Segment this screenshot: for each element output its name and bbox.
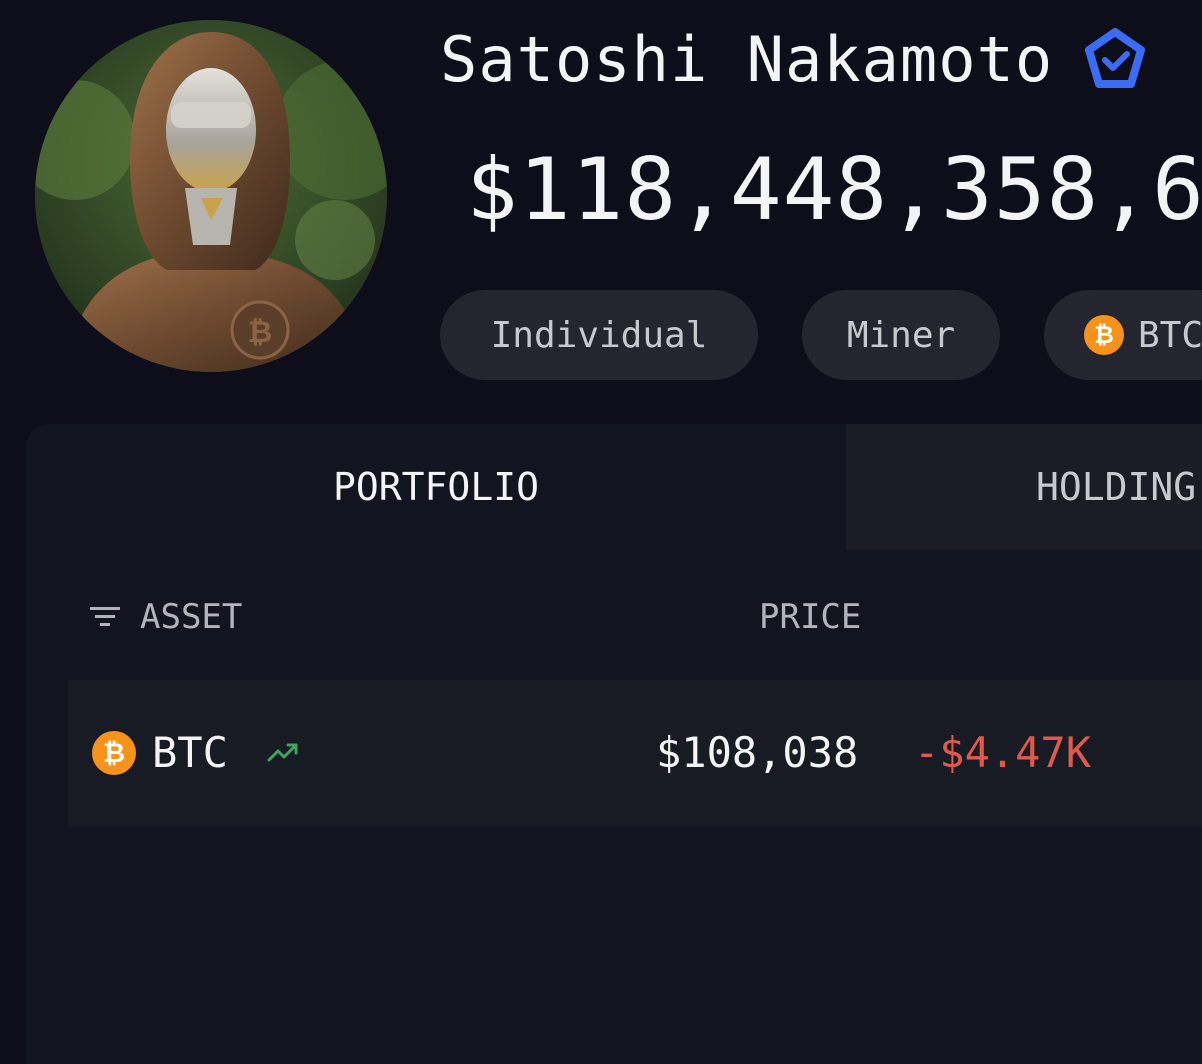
total-balance: $118,448,358,6 xyxy=(466,140,1202,240)
tag-btc[interactable]: ₿ BTC xyxy=(1044,290,1202,380)
entity-header: Satoshi Nakamoto xyxy=(440,22,1147,98)
asset-value-change: -$4.47K xyxy=(914,728,1092,777)
portfolio-panel: PORTFOLIO HOLDING ASSET PRICE ₿ BTC $108… xyxy=(26,424,1202,1064)
svg-text:₿: ₿ xyxy=(248,315,272,350)
entity-tags: Individual Miner ₿ BTC xyxy=(440,290,1202,380)
verified-badge-icon xyxy=(1083,28,1147,92)
profile-avatar: ₿ xyxy=(35,20,387,372)
tag-label: Miner xyxy=(846,314,956,356)
asset-price: $108,038 xyxy=(656,728,859,777)
asset-column-header[interactable]: ASSET xyxy=(88,592,242,642)
table-header: ASSET PRICE xyxy=(26,592,1202,642)
table-row[interactable]: ₿ BTC $108,038 -$4.47K xyxy=(68,680,1202,826)
tag-miner[interactable]: Miner xyxy=(802,290,1000,380)
price-column-header[interactable]: PRICE xyxy=(759,592,861,642)
tab-holdings[interactable]: HOLDING xyxy=(846,424,1202,550)
tag-label: BTC xyxy=(1138,314,1202,356)
bitcoin-icon: ₿ xyxy=(92,731,136,775)
asset-header-label: ASSET xyxy=(140,597,243,637)
filter-icon[interactable] xyxy=(88,600,122,634)
entity-name: Satoshi Nakamoto xyxy=(440,23,1054,96)
bitcoin-icon: ₿ xyxy=(1084,315,1124,355)
asset-symbol: BTC xyxy=(152,728,228,777)
trending-up-icon xyxy=(267,743,298,762)
avatar-image: ₿ xyxy=(35,20,387,372)
tab-portfolio[interactable]: PORTFOLIO xyxy=(26,424,846,550)
tag-individual[interactable]: Individual xyxy=(440,290,758,380)
tag-label: Individual xyxy=(490,314,708,356)
